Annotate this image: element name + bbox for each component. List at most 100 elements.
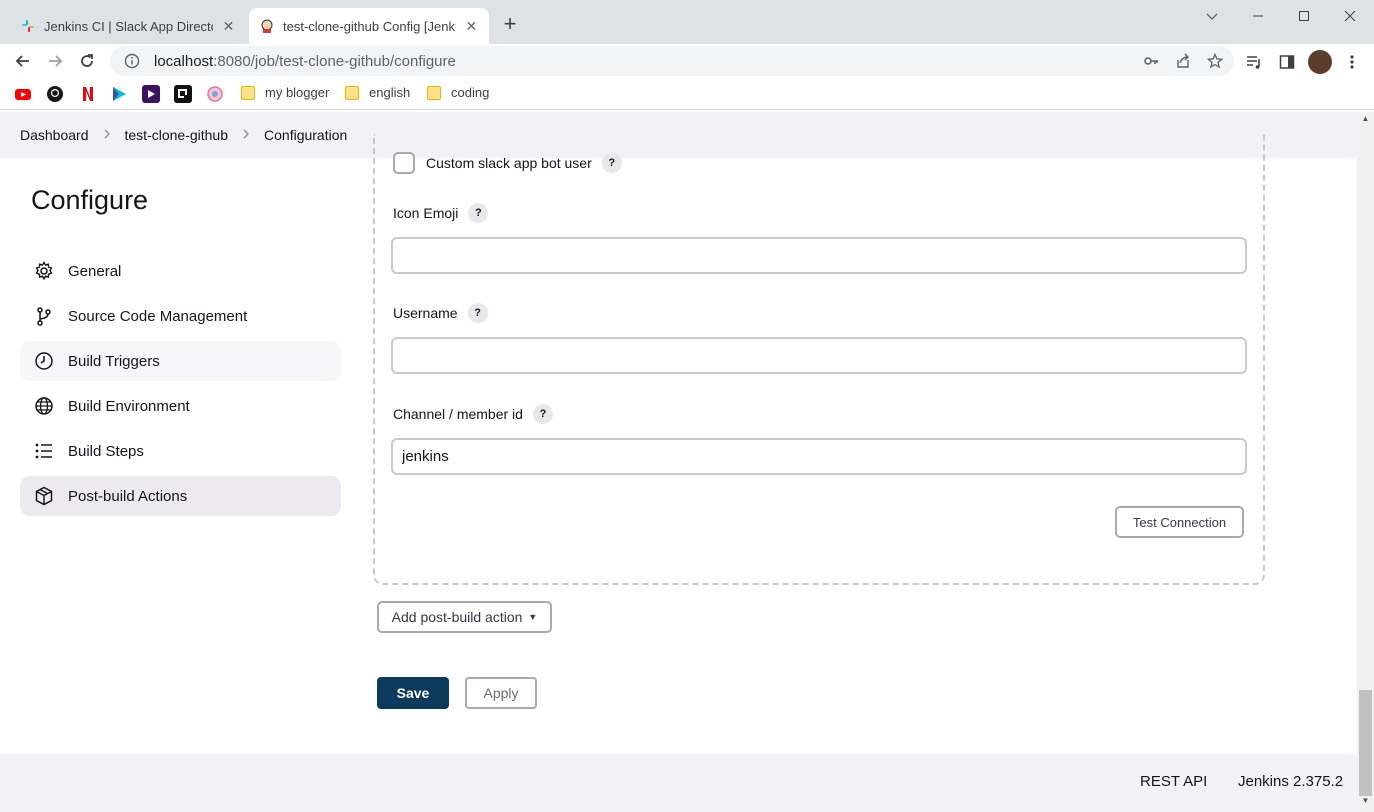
close-icon [1344,10,1356,22]
minimize-icon [1253,15,1263,17]
username-input[interactable] [391,337,1247,374]
save-button[interactable]: Save [377,677,449,709]
tab-close-icon[interactable]: ✕ [464,18,479,35]
arrow-right-icon [49,55,63,67]
page-title: Configure [31,185,149,215]
folder-icon [241,85,255,100]
sidebar-item-build-environment[interactable]: Build Environment [20,386,341,426]
window-minimize-button[interactable] [1235,4,1281,28]
chevron-right-icon [242,128,250,142]
help-icon[interactable]: ? [467,303,488,323]
key-icon[interactable] [1142,52,1160,70]
media-icon[interactable] [1244,52,1264,72]
icon-emoji-input[interactable] [391,237,1247,274]
sidebar-item-post-build-actions[interactable]: Post-build Actions [20,476,341,516]
scrollbar-thumb[interactable] [1359,690,1372,796]
globe-icon [32,394,56,418]
sidebar-item-label: Build Environment [68,397,190,415]
add-post-build-action-button[interactable]: Add post-build action ▼ [377,601,552,633]
star-icon[interactable] [1206,52,1224,70]
address-bar[interactable]: localhost:8080/job/test-clone-github/con… [110,46,1234,76]
browser-tab-bar: Jenkins CI | Slack App Directory ✕ test-… [0,0,1374,44]
bookmarks-bar: my blogger english coding [0,78,1374,110]
globe-app-icon[interactable] [206,85,224,103]
page-footer: REST API Jenkins 2.375.2 [0,754,1357,812]
maximize-icon [1299,11,1309,21]
breadcrumb-job[interactable]: test-clone-github [125,127,229,143]
help-icon[interactable]: ? [601,153,622,173]
bookmark-folder-coding[interactable]: coding [427,85,489,100]
tab-close-icon[interactable]: ✕ [221,18,236,35]
bookmark-folder-my-blogger[interactable]: my blogger [241,85,329,100]
custom-bot-user-row: Custom slack app bot user ? [393,152,622,174]
username-label-row: Username ? [393,303,488,323]
youtube-icon[interactable] [14,85,32,103]
back-button[interactable] [10,48,36,74]
window-close-button[interactable] [1327,4,1373,28]
play-icon[interactable] [110,85,128,103]
folder-icon [427,85,441,100]
scroll-up-icon[interactable]: ▲ [1357,114,1374,128]
sidebar-item-build-triggers[interactable]: Build Triggers [20,341,341,381]
sidebar-item-label: Source Code Management [68,307,248,325]
rest-api-link[interactable]: REST API [1140,773,1207,790]
cube-icon [32,484,56,508]
reload-button[interactable] [74,48,100,74]
apply-button[interactable]: Apply [465,677,537,709]
more-menu-icon[interactable] [1342,52,1362,72]
help-icon[interactable]: ? [532,404,553,424]
window-maximize-button[interactable] [1281,4,1327,28]
add-post-build-action-label: Add post-build action [391,609,523,625]
forward-button[interactable] [42,48,68,74]
folder-icon [345,85,359,100]
site-info-icon[interactable] [122,51,142,71]
jenkins-version-link[interactable]: Jenkins 2.375.2 [1238,773,1343,790]
app-icon[interactable] [174,85,192,103]
page-scrollbar[interactable]: ▲ ▼ [1357,112,1374,812]
bookmark-folder-label: english [369,85,411,100]
sidebar-item-label: Build Steps [68,442,144,460]
url-host: localhost [154,52,214,70]
browser-toolbar: localhost:8080/job/test-clone-github/con… [0,44,1374,78]
video-icon[interactable] [142,85,160,103]
bookmark-folder-english[interactable]: english [345,85,410,100]
chevron-right-icon [103,128,111,142]
slack-notification-section: Custom slack app bot user ? Icon Emoji ?… [373,134,1265,585]
avatar[interactable] [1308,50,1332,74]
reload-icon [81,54,93,67]
username-label: Username [393,305,458,321]
bookmark-folder-label: coding [451,85,490,100]
jenkins-icon [259,18,275,34]
sidebar-item-source-code-management[interactable]: Source Code Management [20,296,341,336]
sidebar-item-label: Build Triggers [68,352,160,370]
url-path: :8080/job/test-clone-github/configure [213,52,456,70]
tab-slack-app-directory[interactable]: Jenkins CI | Slack App Directory ✕ [10,8,246,44]
channel-label-row: Channel / member id ? [393,404,553,424]
sidebar-item-build-steps[interactable]: Build Steps [20,431,341,471]
channel-input[interactable] [391,438,1247,475]
branch-icon [32,304,56,328]
test-connection-button[interactable]: Test Connection [1115,506,1244,538]
github-icon[interactable] [46,85,64,103]
minimize-button[interactable] [1189,4,1235,28]
bookmark-folder-label: my blogger [265,85,330,100]
timer-icon [32,349,56,373]
help-icon[interactable]: ? [468,203,489,223]
tab-title: test-clone-github Config [Jenkins] [283,18,456,34]
side-panel-icon[interactable] [1277,52,1297,72]
sidebar-item-general[interactable]: General [20,251,341,291]
config-sidebar: General Source Code Management Build Tri… [20,251,341,521]
scroll-down-icon[interactable]: ▼ [1357,796,1374,810]
tab-jenkins-config[interactable]: test-clone-github Config [Jenkins] ✕ [249,8,489,44]
share-icon[interactable] [1174,52,1192,70]
netflix-icon[interactable] [79,85,97,103]
custom-bot-user-checkbox[interactable] [393,152,415,174]
icon-emoji-label-row: Icon Emoji ? [393,203,489,223]
sidebar-item-label: Post-build Actions [68,487,188,505]
list-icon [32,439,56,463]
breadcrumb-configuration[interactable]: Configuration [264,127,347,143]
caret-down-icon: ▼ [528,612,538,622]
tab-title: Jenkins CI | Slack App Directory [44,18,213,34]
new-tab-button[interactable]: + [498,12,522,36]
breadcrumb-dashboard[interactable]: Dashboard [20,127,89,143]
